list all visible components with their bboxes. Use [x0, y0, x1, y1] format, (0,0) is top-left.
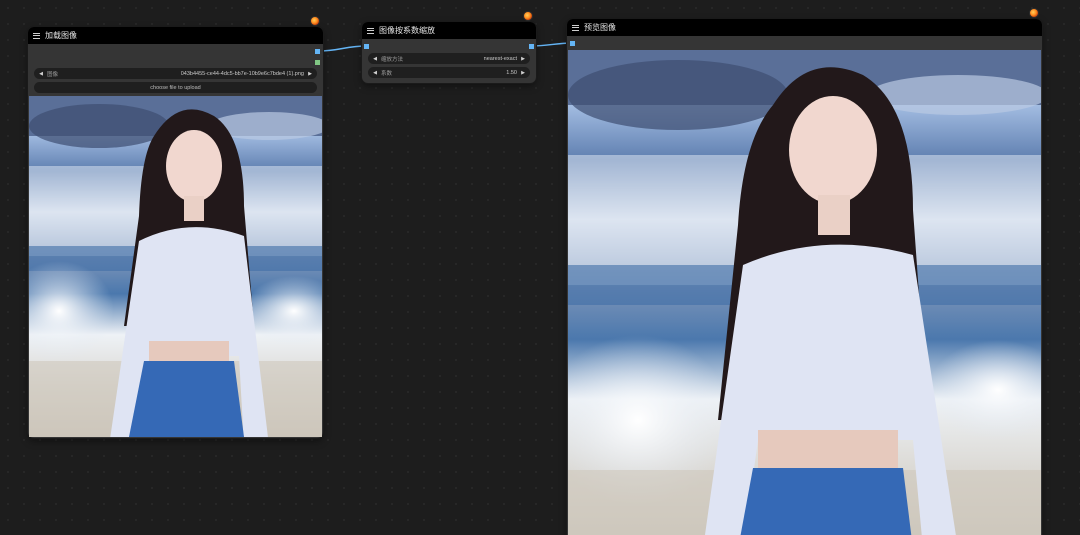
image-output-slot[interactable] [315, 49, 320, 54]
arrow-left-icon[interactable]: ◀ [372, 70, 378, 76]
scale-factor-label: 系数 [381, 70, 393, 77]
load-image-preview [29, 96, 322, 437]
image-widget-value: 043b4455-ce44-4dc5-bb7e-10b9e6c7bde4 (1)… [180, 70, 304, 77]
load-image-node[interactable]: 加载图像 ◀ 图像 043b4455-ce44-4dc5-bb7e-10b9e6… [28, 27, 323, 438]
arrow-right-icon[interactable]: ▶ [520, 70, 526, 76]
fox-badge-icon [524, 12, 532, 20]
load-image-title-bar[interactable]: 加载图像 [28, 27, 323, 44]
arrow-right-icon[interactable]: ▶ [307, 71, 313, 77]
mask-output-slot[interactable] [315, 60, 320, 65]
fox-badge-icon [311, 17, 319, 25]
girl-photo-upscaled-graphic [568, 50, 1041, 535]
upscale-method-widget[interactable]: ◀ 缩放方法 nearest-exact ▶ [368, 53, 530, 64]
girl-photo-graphic [29, 96, 322, 437]
scale-by-node[interactable]: 图像按系数缩放 ◀ 缩放方法 nearest-exact ▶ ◀ 系数 1.50… [362, 22, 536, 83]
hamburger-menu-icon[interactable] [572, 24, 579, 31]
scale-by-title-bar[interactable]: 图像按系数缩放 [362, 22, 536, 39]
preview-image-title: 预览图像 [584, 23, 616, 32]
image-output-slot[interactable] [529, 44, 534, 49]
choose-file-button[interactable]: choose file to upload [34, 82, 317, 93]
fox-badge-icon [1030, 9, 1038, 17]
workflow-canvas[interactable]: 加载图像 ◀ 图像 043b4455-ce44-4dc5-bb7e-10b9e6… [0, 0, 1080, 535]
scale-factor-value: 1.50 [506, 69, 517, 76]
image-combo-widget[interactable]: ◀ 图像 043b4455-ce44-4dc5-bb7e-10b9e6c7bde… [34, 68, 317, 79]
scale-factor-widget[interactable]: ◀ 系数 1.50 ▶ [368, 67, 530, 78]
arrow-left-icon[interactable]: ◀ [372, 56, 378, 62]
preview-image-output [568, 50, 1041, 535]
upscale-method-label: 缩放方法 [381, 56, 404, 63]
preview-image-node[interactable]: 预览图像 [567, 19, 1042, 535]
scale-by-title: 图像按系数缩放 [379, 26, 435, 35]
load-image-title: 加载图像 [45, 31, 77, 40]
image-widget-label: 图像 [47, 71, 59, 78]
preview-image-title-bar[interactable]: 预览图像 [567, 19, 1042, 36]
arrow-left-icon[interactable]: ◀ [38, 71, 44, 77]
arrow-right-icon[interactable]: ▶ [520, 56, 526, 62]
image-input-slot[interactable] [364, 44, 369, 49]
link-load-to-scale [317, 45, 368, 52]
image-input-slot[interactable] [570, 41, 575, 46]
upscale-method-value: nearest-exact [483, 55, 517, 62]
hamburger-menu-icon[interactable] [367, 27, 374, 34]
hamburger-menu-icon[interactable] [33, 32, 40, 39]
